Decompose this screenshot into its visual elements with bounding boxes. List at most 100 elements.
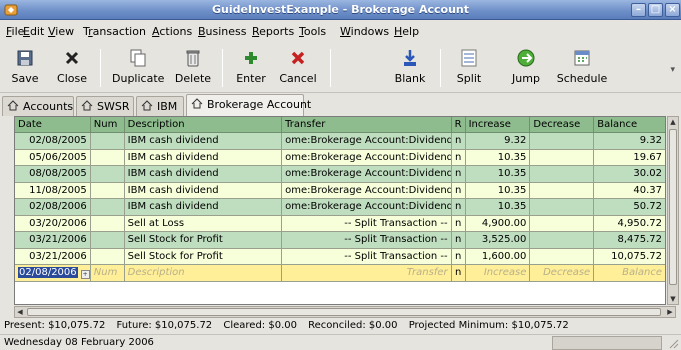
cell-increase[interactable]: 10.35 xyxy=(466,149,531,165)
blank-transaction-row[interactable]: 02/08/2006 + Num Description Transfer n I… xyxy=(15,265,665,282)
header-description[interactable]: Description xyxy=(125,117,283,132)
cell-increase[interactable]: 3,525.00 xyxy=(466,232,531,248)
blank-increase-field[interactable]: Increase xyxy=(466,265,531,281)
cell-decrease[interactable] xyxy=(530,166,595,182)
header-r[interactable]: R xyxy=(452,117,466,132)
cell-description[interactable]: IBM cash dividend xyxy=(125,182,283,198)
cell-r[interactable]: n xyxy=(452,215,466,231)
cell-decrease[interactable] xyxy=(530,149,595,165)
cancel-button[interactable]: Cancel xyxy=(276,45,320,91)
cell-transfer[interactable]: -- Split Transaction -- xyxy=(282,232,452,248)
cell-increase[interactable]: 9.32 xyxy=(466,133,531,149)
cell-num[interactable] xyxy=(91,166,125,182)
cell-decrease[interactable] xyxy=(530,215,595,231)
cell-r[interactable]: n xyxy=(452,232,466,248)
close-button[interactable]: Close xyxy=(52,45,92,91)
cell-balance[interactable]: 30.02 xyxy=(594,166,665,182)
cell-r[interactable]: n xyxy=(452,248,466,264)
cell-balance[interactable]: 8,475.72 xyxy=(594,232,665,248)
header-date[interactable]: Date xyxy=(15,117,91,132)
menu-edit[interactable]: Edit xyxy=(23,25,44,38)
cell-balance[interactable]: 40.37 xyxy=(594,183,665,199)
table-row[interactable]: 11/08/2005 IBM cash dividend ome:Brokerage… xyxy=(15,182,665,199)
cell-increase[interactable]: 1,600.00 xyxy=(466,248,531,264)
menu-business[interactable]: Business xyxy=(198,25,247,38)
scroll-down-arrow-icon[interactable]: ▼ xyxy=(668,294,678,304)
cell-description[interactable]: Sell at Loss xyxy=(125,215,283,231)
cell-r[interactable]: n xyxy=(452,133,466,149)
menu-help[interactable]: Help xyxy=(394,25,419,38)
header-balance[interactable]: Balance xyxy=(594,117,665,132)
table-row[interactable]: 02/08/2005 IBM cash dividend ome:Brokerage… xyxy=(15,133,665,150)
vertical-scrollbar[interactable]: ▲ ▼ xyxy=(667,116,679,305)
header-increase[interactable]: Increase xyxy=(466,117,531,132)
cell-r[interactable]: n xyxy=(452,166,466,182)
menu-reports[interactable]: Reports xyxy=(252,25,294,38)
cell-date[interactable]: 05/06/2005 xyxy=(15,149,91,165)
menu-windows[interactable]: Windows xyxy=(340,25,389,38)
menu-tools[interactable]: Tools xyxy=(299,25,326,38)
vertical-scroll-thumb[interactable] xyxy=(669,129,677,285)
cell-date[interactable]: 03/20/2006 xyxy=(15,215,91,231)
cell-transfer[interactable]: ome:Brokerage Account:Dividends xyxy=(282,166,452,182)
menu-transaction[interactable]: Transaction xyxy=(83,25,146,38)
cell-description[interactable]: Sell Stock for Profit xyxy=(125,248,283,264)
calendar-popup-icon[interactable]: + xyxy=(80,270,90,279)
scroll-up-arrow-icon[interactable]: ▲ xyxy=(668,117,678,127)
enter-button[interactable]: Enter xyxy=(232,45,270,91)
horizontal-scrollbar[interactable]: ◀ ▶ xyxy=(14,306,676,318)
tab-accounts[interactable]: Accounts xyxy=(2,96,74,116)
cell-r[interactable]: n xyxy=(452,149,466,165)
cell-description[interactable]: IBM cash dividend xyxy=(125,166,283,182)
cell-r[interactable]: n xyxy=(452,182,466,198)
menu-view[interactable]: View xyxy=(48,25,74,38)
blank-num-field[interactable]: Num xyxy=(91,265,125,281)
blank-transfer-field[interactable]: Transfer xyxy=(282,265,452,281)
table-row[interactable]: 03/21/2006 Sell Stock for Profit -- Split … xyxy=(15,248,665,265)
maximize-button[interactable]: □ xyxy=(648,3,663,17)
cell-increase[interactable]: 10.35 xyxy=(466,182,531,198)
cell-num[interactable] xyxy=(91,133,125,149)
resize-grip-icon[interactable] xyxy=(667,337,679,349)
blank-button[interactable]: Blank xyxy=(392,45,428,91)
header-transfer[interactable]: Transfer xyxy=(282,117,452,132)
blank-date-cell[interactable]: 02/08/2006 + xyxy=(15,265,91,281)
delete-button[interactable]: Delete xyxy=(172,45,214,91)
table-row[interactable]: 05/06/2005 IBM cash dividend ome:Brokerage… xyxy=(15,149,665,166)
blank-description-field[interactable]: Description xyxy=(125,265,283,281)
cell-balance[interactable]: 9.32 xyxy=(594,133,665,149)
cell-transfer[interactable]: ome:Brokerage Account:Dividends xyxy=(282,199,452,215)
cell-increase[interactable]: 10.35 xyxy=(466,199,531,215)
cell-increase[interactable]: 10.35 xyxy=(466,166,531,182)
cell-num[interactable] xyxy=(91,232,125,248)
cell-increase[interactable]: 4,900.00 xyxy=(466,215,531,231)
cell-transfer[interactable]: ome:Brokerage Account:Dividends xyxy=(282,133,452,149)
scroll-left-arrow-icon[interactable]: ◀ xyxy=(15,307,25,317)
cell-date[interactable]: 08/08/2005 xyxy=(15,166,91,182)
table-row[interactable]: 02/08/2006 IBM cash dividend ome:Brokerage… xyxy=(15,199,665,216)
cell-date[interactable]: 02/08/2005 xyxy=(15,133,91,149)
cell-description[interactable]: IBM cash dividend xyxy=(125,133,283,149)
cell-transfer[interactable]: -- Split Transaction -- xyxy=(282,215,452,231)
cell-r[interactable]: n xyxy=(452,199,466,215)
blank-reconcile-field[interactable]: n xyxy=(452,265,466,281)
tab-swsr[interactable]: SWSR xyxy=(76,96,134,116)
header-decrease[interactable]: Decrease xyxy=(530,117,595,132)
cell-num[interactable] xyxy=(91,199,125,215)
cell-transfer[interactable]: ome:Brokerage Account:Dividends xyxy=(282,182,452,198)
cell-date[interactable]: 02/08/2006 xyxy=(15,199,91,215)
menu-file[interactable]: File xyxy=(6,25,24,38)
scroll-right-arrow-icon[interactable]: ▶ xyxy=(665,307,675,317)
cell-balance[interactable]: 19.67 xyxy=(594,150,665,166)
minimize-button[interactable]: – xyxy=(631,3,646,17)
horizontal-scroll-thumb[interactable] xyxy=(27,308,661,316)
cell-num[interactable] xyxy=(91,248,125,264)
cell-date[interactable]: 11/08/2005 xyxy=(15,182,91,198)
table-row[interactable]: 03/20/2006 Sell at Loss -- Split Transacti… xyxy=(15,215,665,232)
title-bar[interactable]: GuideInvestExample - Brokerage Account –… xyxy=(0,0,681,20)
cell-num[interactable] xyxy=(91,149,125,165)
cell-decrease[interactable] xyxy=(530,199,595,215)
close-window-button[interactable]: × xyxy=(665,3,680,17)
cell-date[interactable]: 03/21/2006 xyxy=(15,232,91,248)
cell-transfer[interactable]: ome:Brokerage Account:Dividends xyxy=(282,149,452,165)
